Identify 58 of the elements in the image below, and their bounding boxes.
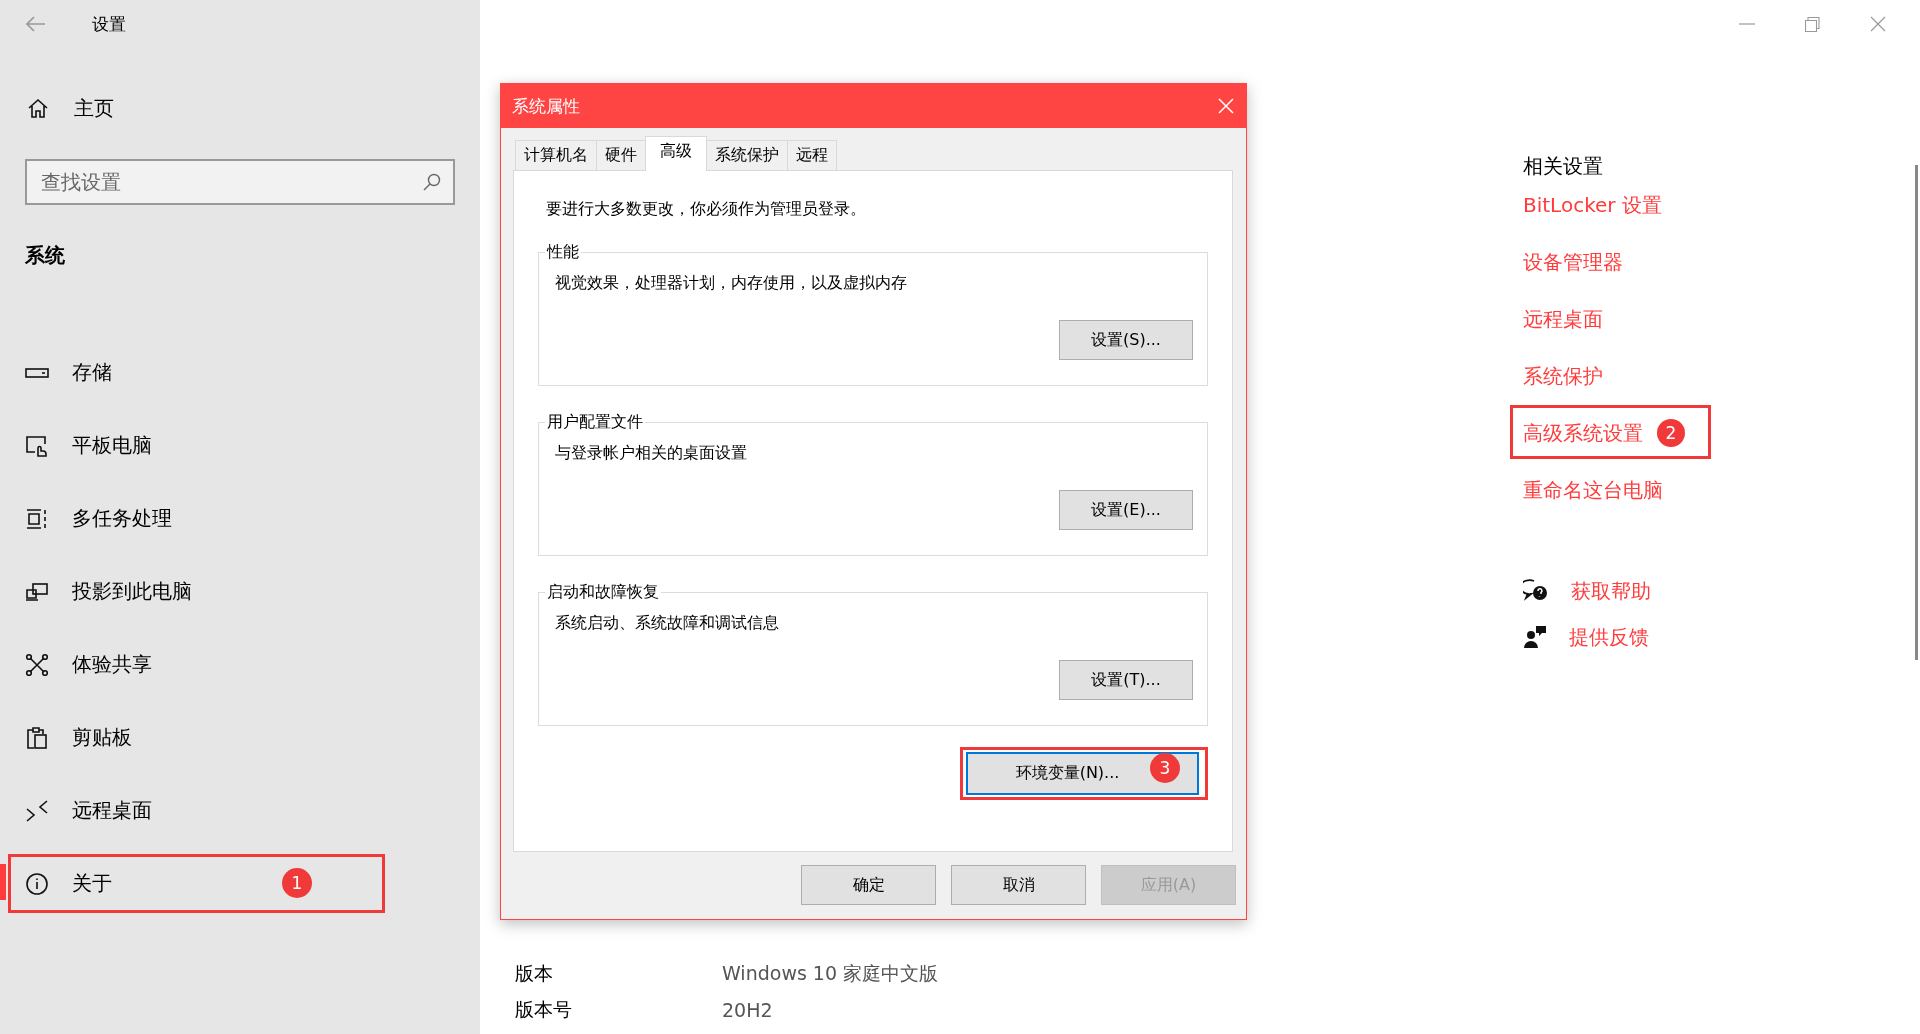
section-heading: 相关设置 bbox=[1523, 152, 1604, 180]
close-icon[interactable] bbox=[1870, 16, 1886, 32]
scrollbar[interactable] bbox=[1915, 165, 1918, 660]
search-field[interactable]: 查找设置 bbox=[25, 159, 455, 205]
tablet-touch-icon bbox=[25, 433, 49, 458]
feedback-person-icon bbox=[1523, 625, 1547, 649]
notice-text: 要进行大多数更改，你必须作为管理员登录。 bbox=[545, 199, 867, 220]
dialog-button[interactable]: 确定 bbox=[801, 865, 936, 905]
nav-item[interactable]: 存储 bbox=[0, 336, 480, 409]
dialog-title: 系统属性 bbox=[512, 94, 580, 118]
settings-link[interactable]: BitLocker 设置 bbox=[1523, 192, 1662, 219]
help-link[interactable]: 提供反馈 bbox=[1569, 623, 1649, 651]
multitask-icon bbox=[25, 506, 49, 531]
group-description: 系统启动、系统故障和调试信息 bbox=[555, 613, 780, 634]
restore-icon[interactable] bbox=[1805, 16, 1820, 32]
settings-link[interactable]: 设备管理器 bbox=[1523, 249, 1623, 276]
step-badge: 2 bbox=[1657, 419, 1685, 447]
group-description: 与登录帐户相关的桌面设置 bbox=[555, 443, 748, 464]
dialog-tab[interactable]: 计算机名 bbox=[515, 140, 597, 170]
info-icon bbox=[25, 871, 49, 896]
settings-link[interactable]: 重命名这台电脑 bbox=[1523, 477, 1663, 504]
info-label: 版本 bbox=[515, 961, 554, 986]
dialog-button[interactable]: 取消 bbox=[951, 865, 1086, 905]
share-nodes-icon bbox=[25, 652, 49, 677]
step-badge: 1 bbox=[282, 868, 312, 898]
dialog-tab[interactable]: 高级 bbox=[645, 136, 707, 171]
nav-item[interactable]: 投影到此电脑 bbox=[0, 555, 480, 628]
group-title: 性能 bbox=[545, 242, 580, 263]
nav-item[interactable]: 剪贴板 bbox=[0, 701, 480, 774]
search-icon bbox=[423, 173, 441, 191]
settings-button[interactable]: 设置(S)... bbox=[1059, 320, 1193, 360]
home-nav-item[interactable]: 主页 bbox=[0, 76, 480, 140]
nav-item[interactable]: 关于 1 bbox=[0, 847, 480, 920]
selection-indicator bbox=[0, 864, 6, 900]
back-arrow-icon[interactable] bbox=[26, 16, 46, 32]
help-chat-icon bbox=[1523, 579, 1549, 603]
dialog-tab[interactable]: 远程 bbox=[787, 140, 837, 170]
nav-item[interactable]: 平板电脑 bbox=[0, 409, 480, 482]
window-title: 设置 bbox=[92, 12, 126, 36]
group-description: 视觉效果，处理器计划，内存使用，以及虚拟内存 bbox=[555, 273, 908, 294]
nav-item[interactable]: 多任务处理 bbox=[0, 482, 480, 555]
group-title: 用户配置文件 bbox=[546, 412, 644, 433]
info-value: Windows 10 家庭中文版 bbox=[722, 961, 939, 986]
info-value: 20H2 bbox=[722, 999, 773, 1021]
group-title: 启动和故障恢复 bbox=[546, 582, 660, 603]
settings-link[interactable]: 高级系统设置 bbox=[1523, 420, 1643, 447]
remote-arrows-icon bbox=[25, 798, 49, 823]
settings-link[interactable]: 系统保护 bbox=[1523, 363, 1603, 390]
section-heading: 系统 bbox=[24, 242, 66, 269]
info-label: 版本号 bbox=[515, 997, 573, 1022]
clipboard-icon bbox=[25, 725, 49, 750]
help-link[interactable]: 获取帮助 bbox=[1571, 577, 1651, 605]
settings-button[interactable]: 设置(T)... bbox=[1059, 660, 1193, 700]
nav-item[interactable]: 远程桌面 bbox=[0, 774, 480, 847]
home-icon bbox=[28, 98, 48, 118]
settings-link[interactable]: 远程桌面 bbox=[1523, 306, 1603, 333]
nav-item[interactable]: 体验共享 bbox=[0, 628, 480, 701]
settings-button[interactable]: 设置(E)... bbox=[1059, 490, 1193, 530]
